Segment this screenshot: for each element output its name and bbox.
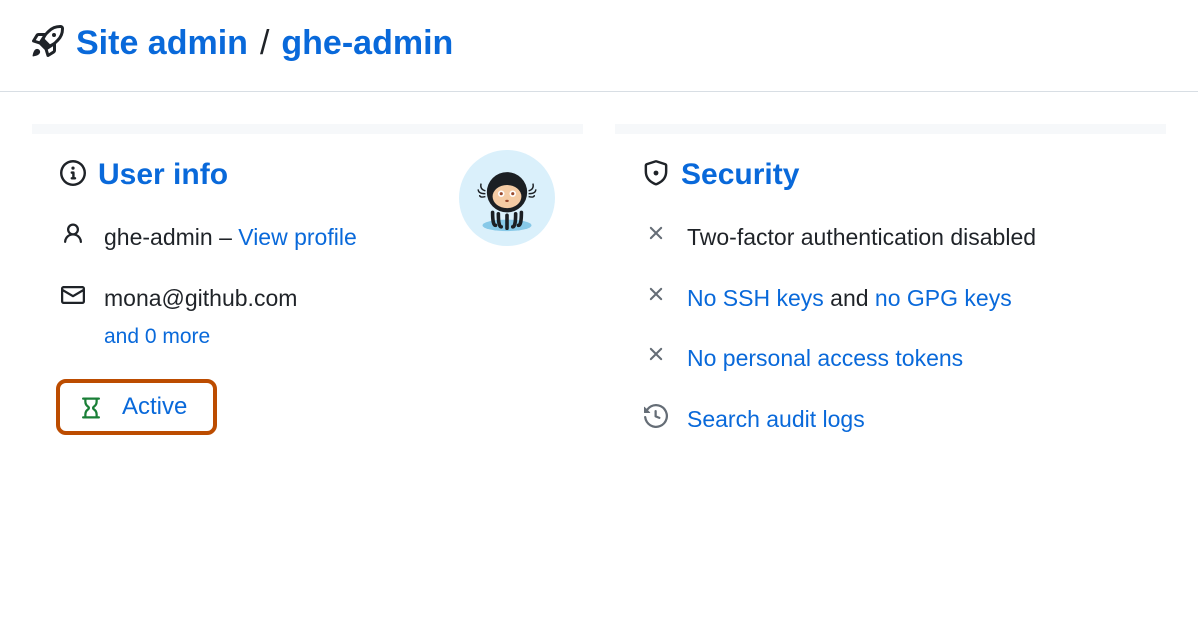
pat-row: No personal access tokens (643, 341, 1138, 376)
two-factor-text: Two-factor authentication disabled (687, 220, 1138, 255)
security-panel: Security Two-factor authentication disab… (615, 124, 1166, 462)
keys-row: No SSH keys and no GPG keys (643, 281, 1138, 316)
email-row: mona@github.com and 0 more (60, 281, 555, 353)
active-link[interactable]: Active (122, 393, 187, 421)
active-status-row: Active (56, 379, 217, 435)
history-icon (643, 402, 669, 428)
info-icon (60, 160, 86, 191)
breadcrumb-separator: / (260, 24, 269, 63)
audit-logs-row: Search audit logs (643, 402, 1138, 437)
panels: User info (0, 92, 1198, 494)
breadcrumb-username[interactable]: ghe-admin (281, 24, 453, 63)
panel-divider (615, 124, 1166, 134)
person-icon (60, 220, 86, 246)
username-dash: – (213, 224, 239, 250)
panel-divider (32, 124, 583, 134)
rocket-icon (32, 25, 64, 62)
breadcrumb: Site admin / ghe-admin (0, 0, 1198, 92)
more-emails-link[interactable]: and 0 more (104, 321, 555, 353)
mail-icon (60, 281, 86, 307)
security-header: Security (643, 158, 1138, 192)
two-factor-row: Two-factor authentication disabled (643, 220, 1138, 255)
x-icon (643, 281, 669, 305)
username-text: ghe-admin (104, 224, 213, 250)
hourglass-icon (78, 394, 104, 420)
avatar (459, 150, 555, 246)
search-audit-logs-link[interactable]: Search audit logs (687, 406, 865, 432)
x-icon (643, 220, 669, 244)
no-gpg-keys-link[interactable]: no GPG keys (875, 285, 1012, 311)
view-profile-link[interactable]: View profile (238, 224, 356, 250)
shield-icon (643, 160, 669, 191)
breadcrumb-site-admin[interactable]: Site admin (76, 24, 248, 63)
x-icon (643, 341, 669, 365)
no-pat-link[interactable]: No personal access tokens (687, 345, 963, 371)
email-text: mona@github.com (104, 285, 297, 311)
user-info-title[interactable]: User info (98, 158, 228, 192)
keys-and-text: and (824, 285, 875, 311)
no-ssh-keys-link[interactable]: No SSH keys (687, 285, 824, 311)
user-info-panel: User info (32, 124, 583, 462)
security-title[interactable]: Security (681, 158, 799, 192)
